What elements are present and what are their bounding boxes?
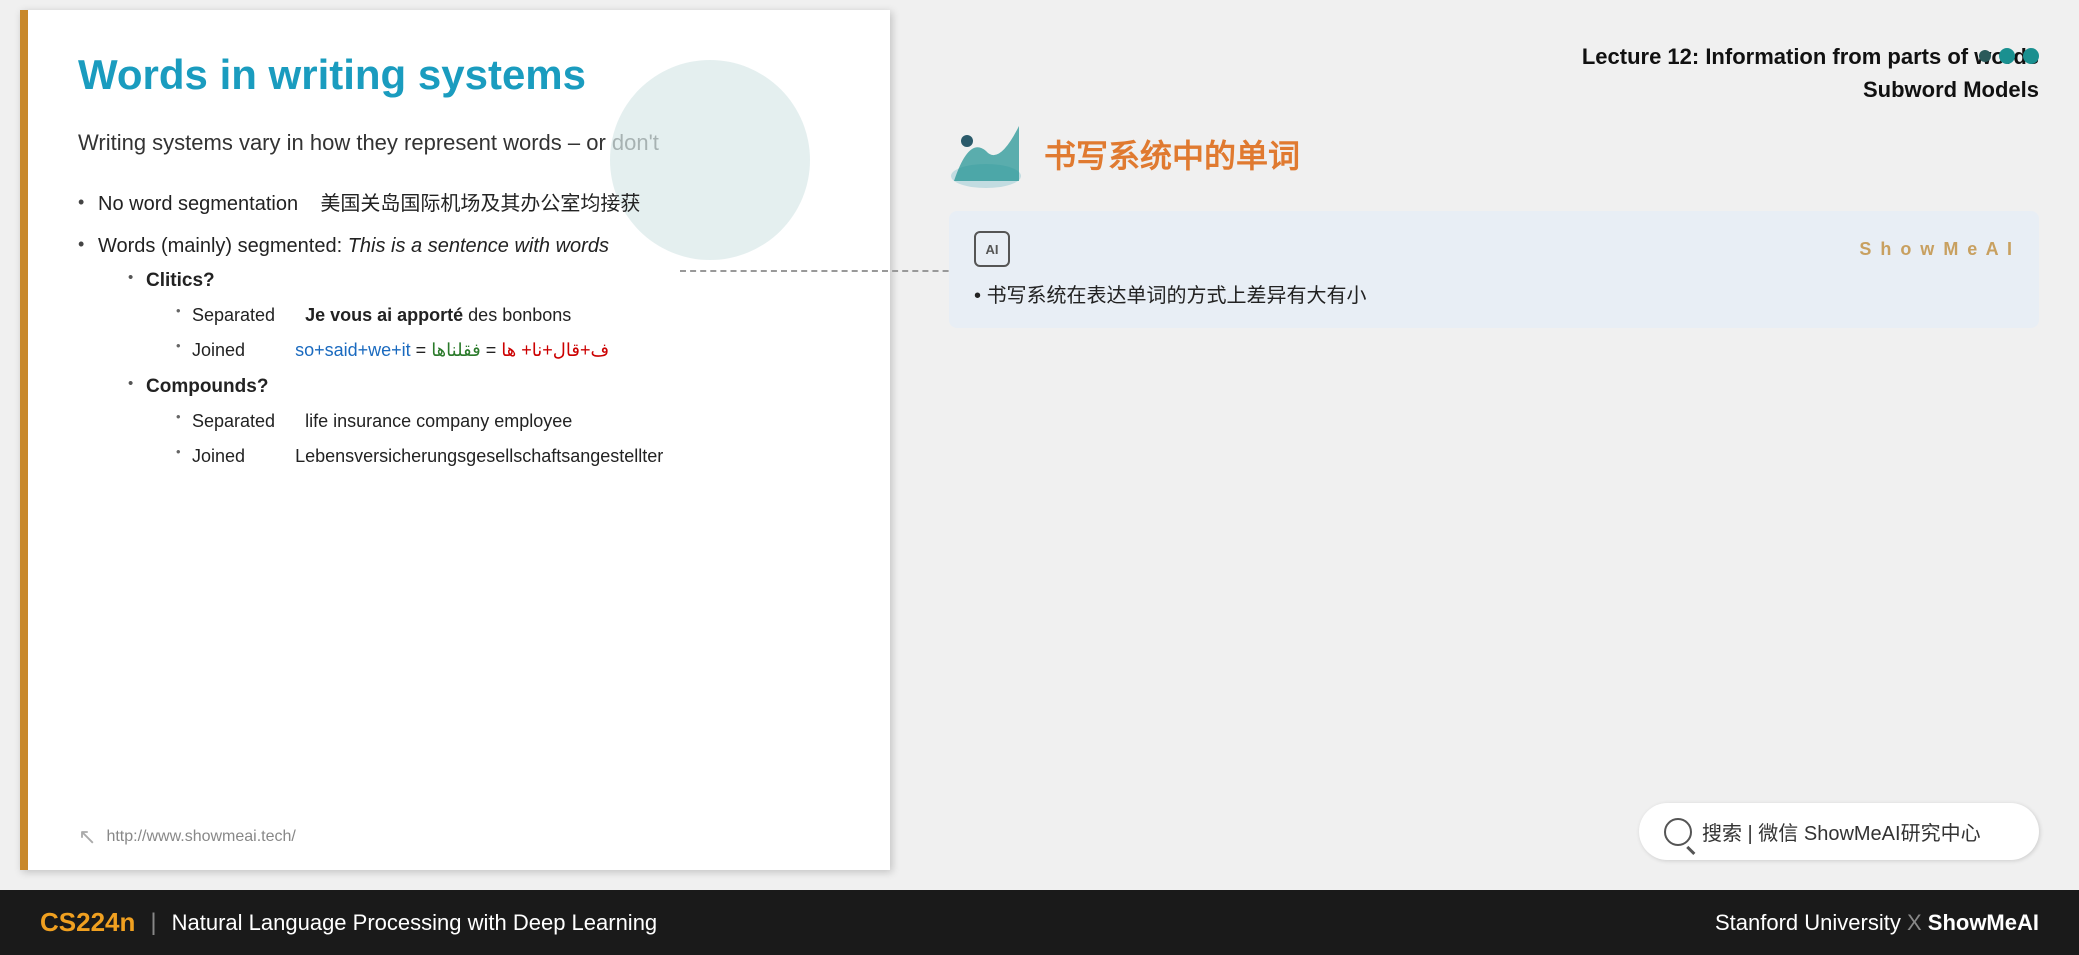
title-card: 书写系统中的单词 [949,116,2039,191]
showmeai-brand: ShowMeAI [1928,910,2039,935]
bottom-left: CS224n | Natural Language Processing wit… [40,907,657,938]
footer-url: http://www.showmeai.tech/ [106,828,295,846]
dot-2 [1999,48,2015,64]
x-separator: X [1907,910,1928,935]
nav-dots [1979,48,2039,64]
showmeai-label: S h o w M e A I [1859,239,2014,260]
lecture-title-line1: Lecture 12: Information from parts of wo… [949,40,2039,73]
comp-join-example: Lebensversicherungsgesellschaftsangestel… [295,446,663,466]
clitics-label: Clitics? [146,270,215,291]
lecture-title-line2: Subword Models [949,73,2039,106]
french-bold: Je vous ai apporté [305,305,463,325]
separated-label: Separated [192,305,300,325]
cursor-icon: ↖ [78,824,96,850]
search-icon [1664,818,1692,846]
slide-footer: ↖ http://www.showmeai.tech/ [78,824,296,850]
compounds-item: Compounds? Separated life insurance comp… [128,370,840,472]
comp-sep-example: life insurance company employee [305,411,572,431]
compounds-label: Compounds? [146,376,268,397]
course-code: CS224n [40,907,135,938]
lecture-header: Lecture 12: Information from parts of wo… [949,40,2039,106]
sub-list: Clitics? Separated Je vous ai apporté de… [128,264,840,472]
dot-1 [1979,50,1991,62]
words-seg-text: Words (mainly) segmented: [98,235,348,257]
chinese-no-seg: 美国关岛国际机场及其办公室均接获 [320,193,640,215]
words-seg-example: This is a sentence with words [348,235,609,257]
search-box-wrapper[interactable]: 搜索 | 微信 ShowMeAI研究中心 [1639,803,2039,860]
translation-content: 书写系统在表达单词的方式上差异有大有小 [987,285,1367,307]
formula-eq2: = [481,340,497,360]
main-bullet-list: No word segmentation 美国关岛国际机场及其办公室均接获 Wo… [78,186,840,472]
formula-eq: = [416,340,432,360]
separated-french: Separated Je vous ai apporté des bonbons [176,299,840,331]
ai-icon: AI [974,231,1010,267]
translation-card: AI S h o w M e A I 书写系统在表达单词的方式上差异有大有小 [949,211,2039,328]
formula-arabic-joined: فقلناها [431,340,481,360]
search-circle [1664,818,1692,846]
right-panel: Lecture 12: Information from parts of wo… [909,20,2079,890]
ai-label: AI [986,242,999,257]
bottom-right: Stanford University X ShowMeAI [1715,910,2039,936]
search-box[interactable]: 搜索 | 微信 ShowMeAI研究中心 [1639,803,2039,860]
comp-join-label: Joined [192,446,290,466]
clitics-item: Clitics? Separated Je vous ai apporté de… [128,264,840,366]
formula-latin: so+said+we+it [295,340,411,360]
french-rest: des bonbons [468,305,571,325]
dot-3 [2023,48,2039,64]
translation-text: 书写系统在表达单词的方式上差异有大有小 [974,279,2014,308]
stanford-text: Stanford University [1715,910,1901,935]
translation-bullet [974,285,987,307]
formula-arabic: ف+قال+نا+ ها [501,340,609,360]
search-text: 搜索 | 微信 ShowMeAI研究中心 [1702,817,1981,846]
separator: | [150,909,156,937]
compounds-joined: Joined Lebensversicherungsgesellschaftsa… [176,440,840,472]
right-panel-title: 书写系统中的单词 [1044,131,1300,177]
slide-panel: Words in writing systems Writing systems… [20,10,890,870]
bottom-bar: CS224n | Natural Language Processing wit… [0,890,2079,955]
compounds-sub-list: Separated life insurance company employe… [176,405,840,473]
course-name: Natural Language Processing with Deep Le… [172,910,658,936]
joined-label: Joined [192,340,290,360]
joined-arabic: Joined so+said+we+it = ف+قال+نا+ ها = فق… [176,334,840,366]
no-seg-text: No word segmentation [98,193,315,215]
comp-sep-label: Separated [192,411,300,431]
ai-icon-row: AI S h o w M e A I [974,231,2014,267]
wave-icon [949,116,1024,191]
clitics-sub-list: Separated Je vous ai apporté des bonbons… [176,299,840,367]
search-handle [1687,846,1696,855]
compounds-separated: Separated life insurance company employe… [176,405,840,437]
bullet-words-seg: Words (mainly) segmented: This is a sent… [78,228,840,472]
bullet-no-seg: No word segmentation 美国关岛国际机场及其办公室均接获 [78,186,840,222]
